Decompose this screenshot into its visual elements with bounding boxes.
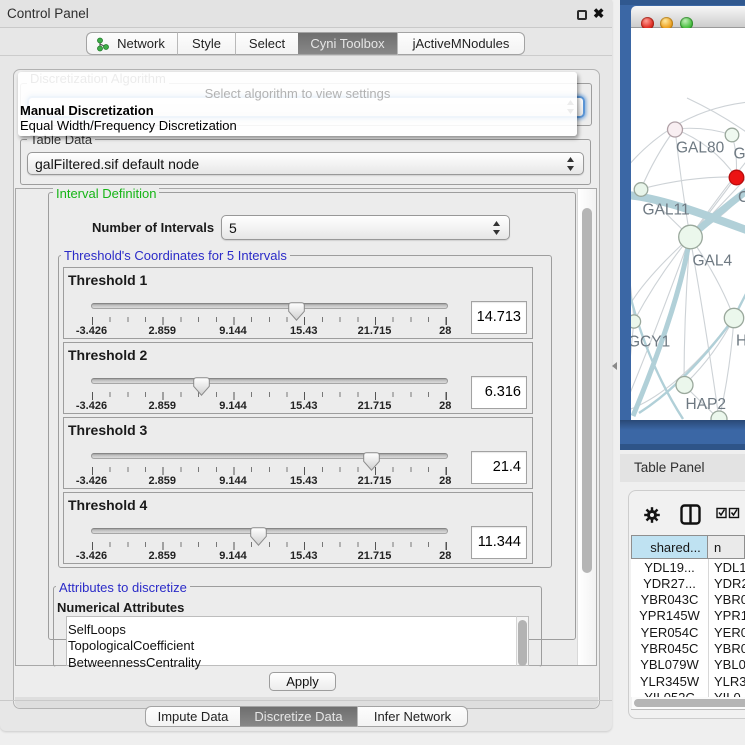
svg-text:GA: GA [734, 146, 745, 163]
svg-text:GCY1: GCY1 [631, 334, 670, 351]
svg-text:GAL4: GAL4 [693, 253, 733, 270]
svg-text:C: C [738, 189, 745, 206]
svg-text:HAP2: HAP2 [686, 396, 727, 413]
svg-text:GAL11: GAL11 [643, 202, 690, 219]
svg-text:H: H [736, 333, 745, 350]
svg-text:GAL80: GAL80 [676, 140, 725, 157]
